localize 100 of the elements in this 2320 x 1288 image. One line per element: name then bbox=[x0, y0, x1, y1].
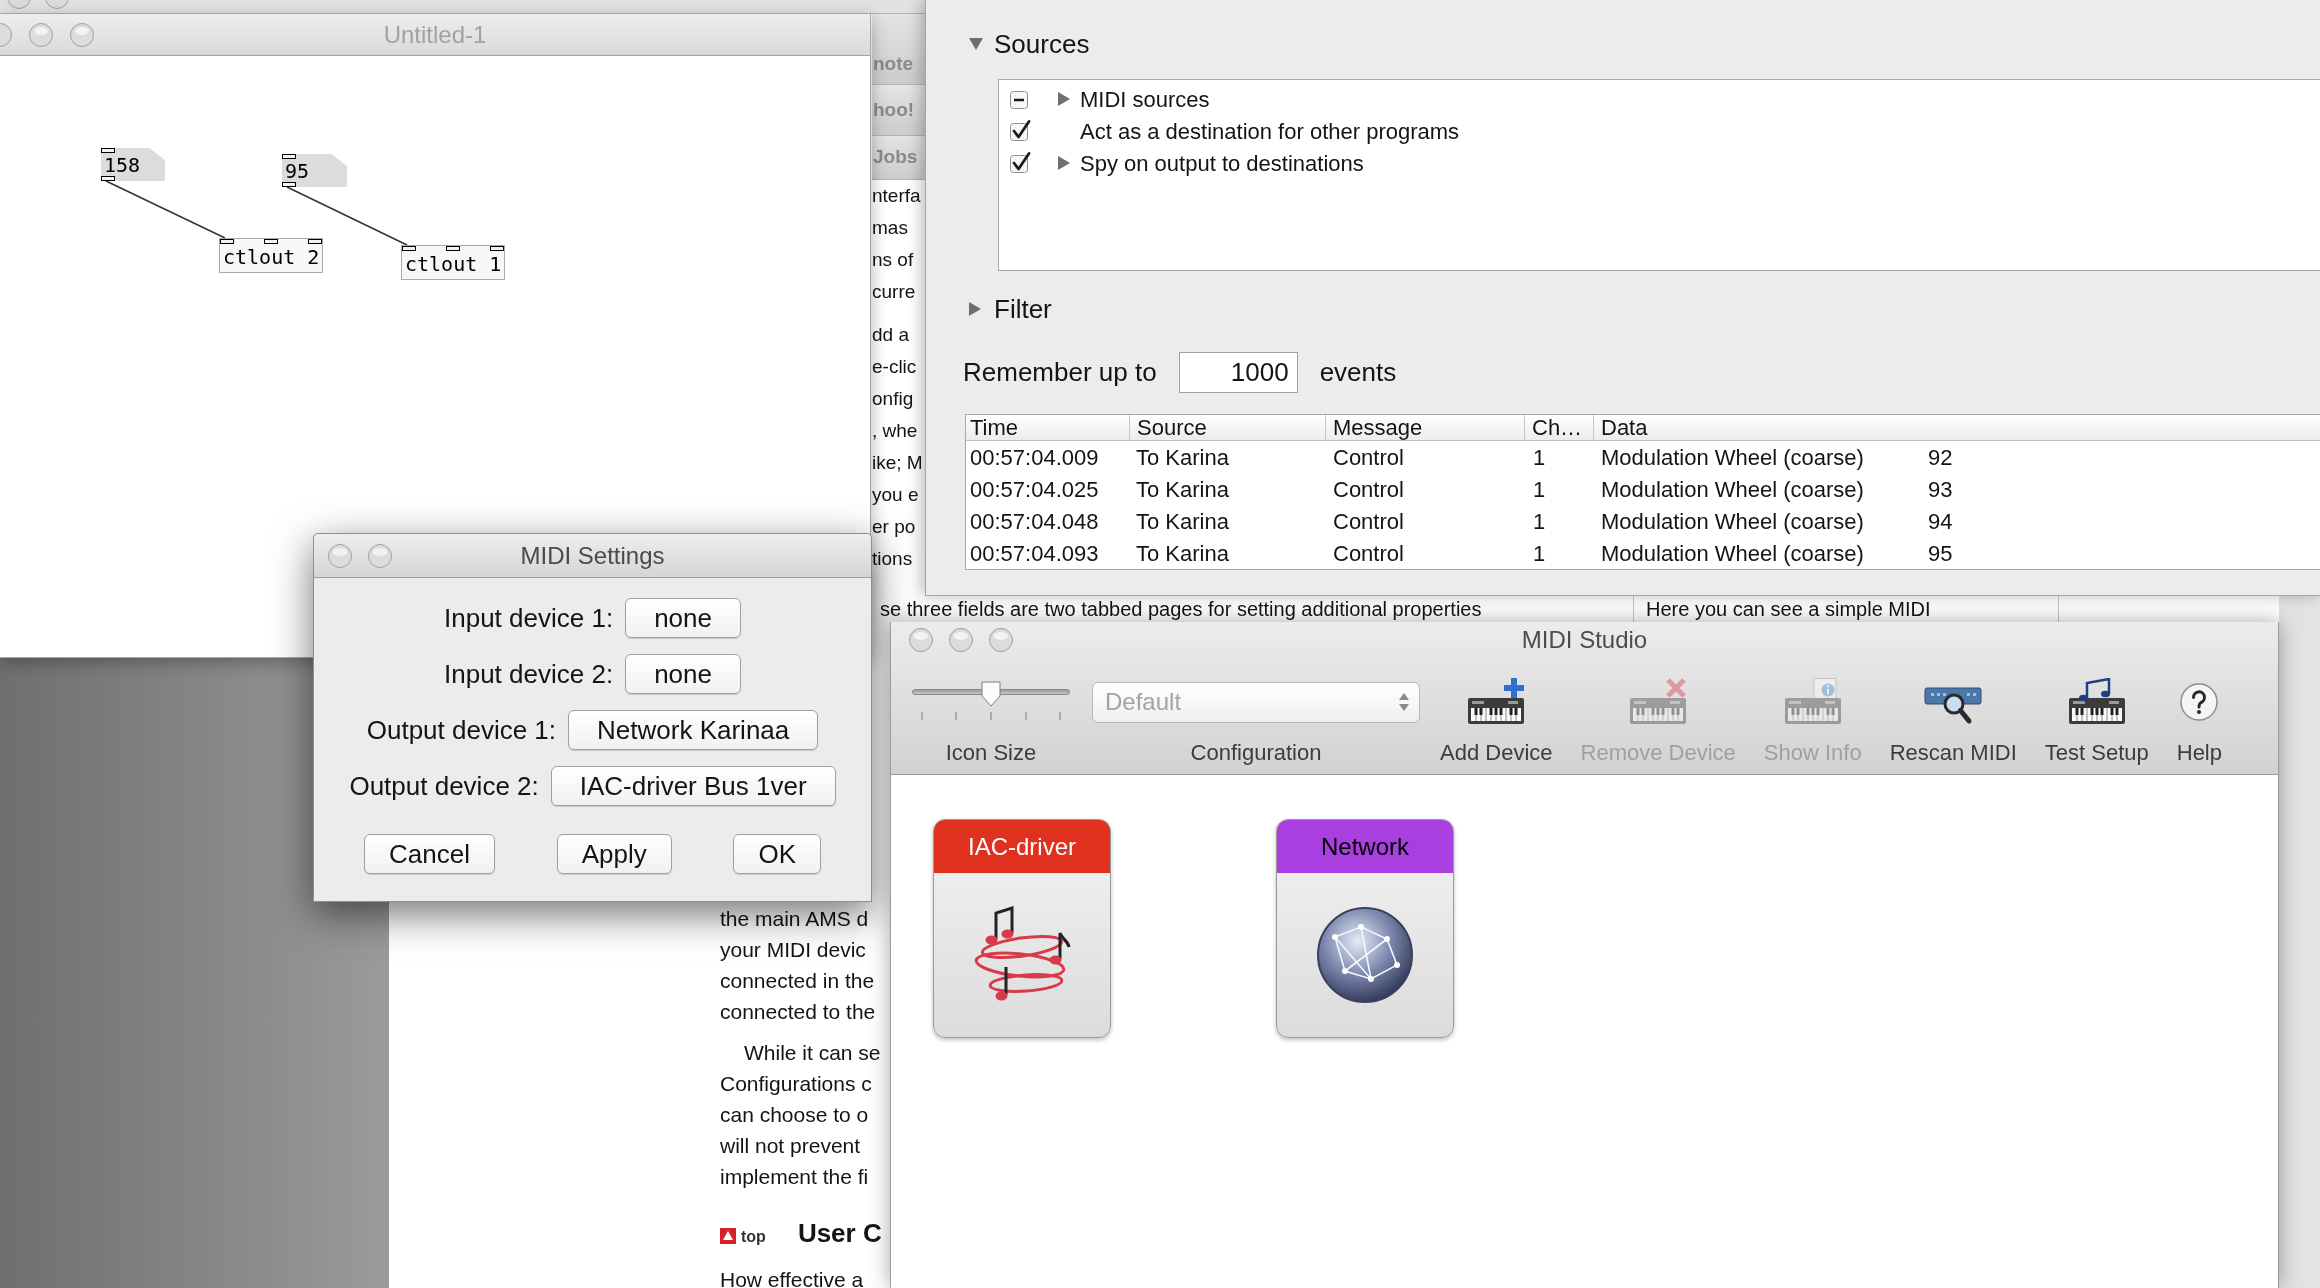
window-title: Untitled-1 bbox=[383, 19, 487, 50]
checkbox[interactable] bbox=[1010, 88, 1031, 110]
disclosure-triangle-icon[interactable] bbox=[1058, 92, 1070, 106]
rescan-button[interactable]: Rescan MIDI bbox=[1886, 674, 2020, 766]
field-label: Output device 1: bbox=[366, 713, 557, 747]
slider-thumb[interactable] bbox=[981, 681, 1001, 707]
help-icon bbox=[2180, 683, 2219, 721]
device-popup-button[interactable]: none bbox=[625, 598, 741, 638]
keyboard-info-icon bbox=[1782, 678, 1843, 726]
device-popup-button[interactable]: IAC-driver Bus 1ver bbox=[550, 766, 836, 806]
field-label: Remember up to bbox=[963, 356, 1157, 389]
column-header[interactable]: Source bbox=[1129, 415, 1325, 441]
device-name: IAC-driver bbox=[934, 820, 1110, 873]
table-cell-text: 1 bbox=[1532, 476, 1547, 504]
table-cell-text: 00:57:04.093 bbox=[969, 540, 1100, 568]
table-cell-text: Modulation Wheel (coarse) bbox=[1600, 476, 1865, 504]
table-cell-text: Modulation Wheel (coarse) bbox=[1600, 508, 1865, 536]
add-device-button[interactable]: Add Device bbox=[1437, 674, 1556, 766]
object-box[interactable]: ctlout 1 bbox=[401, 245, 505, 280]
table-cell-text: 95 bbox=[1928, 540, 1954, 568]
dialog-button[interactable]: Apply bbox=[556, 834, 672, 874]
section-header[interactable]: Sources bbox=[994, 30, 1090, 58]
outlet-icon[interactable] bbox=[282, 182, 296, 187]
disclosure-triangle-icon[interactable] bbox=[969, 38, 983, 50]
table-cell-text: Control bbox=[1332, 444, 1405, 472]
number-box[interactable]: 158 bbox=[101, 148, 165, 181]
field-label: Input device 1: bbox=[444, 601, 614, 635]
table-cell-text: 93 bbox=[1928, 476, 1954, 504]
keyboard-plus-icon bbox=[1466, 678, 1527, 726]
object-box[interactable]: ctlout 2 bbox=[219, 238, 323, 273]
inlet-icon[interactable] bbox=[264, 239, 278, 244]
device-card[interactable]: Network bbox=[1276, 819, 1454, 1038]
column-header[interactable]: Ch… bbox=[1524, 415, 1593, 441]
text-fragment: Here you can see a simple MIDI bbox=[1645, 597, 1932, 622]
disclosure-triangle-icon[interactable] bbox=[969, 302, 981, 316]
keyboard-notes-icon bbox=[2066, 678, 2127, 726]
test-setup-button[interactable]: Test Setup bbox=[2041, 674, 2152, 766]
device-name: Network bbox=[1277, 820, 1453, 873]
paragraph-text: the main AMS d your MIDI devic connected in the connected to the bbox=[720, 906, 877, 1025]
toolbar-label: Icon Size bbox=[945, 740, 1037, 766]
table-cell-text: Modulation Wheel (coarse) bbox=[1600, 540, 1865, 568]
paragraph-text: dd a e-clic onfig , whe ike; M you e er po tions bbox=[872, 323, 924, 571]
checkbox[interactable] bbox=[1010, 152, 1031, 174]
help-button[interactable]: Help bbox=[2173, 674, 2225, 766]
column-header[interactable]: Message bbox=[1325, 415, 1524, 441]
table-cell-text: 00:57:04.009 bbox=[969, 444, 1100, 472]
paragraph-text: How effective a bbox=[720, 1267, 865, 1288]
table-cell-text: 92 bbox=[1928, 444, 1954, 472]
device-popup-button[interactable]: Network Karinaa bbox=[568, 710, 819, 750]
inlet-icon[interactable] bbox=[220, 239, 234, 244]
window-title: MIDI Studio bbox=[1521, 625, 1648, 655]
keyboard-x-icon bbox=[1628, 678, 1689, 726]
inlet-icon[interactable] bbox=[446, 246, 460, 251]
table-cell-text: 00:57:04.025 bbox=[969, 476, 1100, 504]
dialog-button[interactable]: OK bbox=[733, 834, 821, 874]
globe-icon bbox=[1317, 907, 1413, 1003]
table-cell-text: To Karina bbox=[1135, 476, 1230, 504]
column-header[interactable]: Data bbox=[1593, 415, 2320, 441]
updown-arrows-icon bbox=[1399, 693, 1409, 711]
text-fragment: se three fields are two tabbed pages for setting additional properties bbox=[880, 597, 1483, 622]
table-cell-text: To Karina bbox=[1135, 540, 1230, 568]
source-label: MIDI sources bbox=[1080, 85, 1210, 114]
field-label: Input device 2: bbox=[444, 657, 614, 691]
inlet-icon[interactable] bbox=[308, 239, 322, 244]
inlet-icon[interactable] bbox=[101, 148, 115, 153]
inlet-icon[interactable] bbox=[402, 246, 416, 251]
table-cell-text: To Karina bbox=[1135, 508, 1230, 536]
toolbar-label: Configuration bbox=[1190, 740, 1322, 766]
section-heading: User C bbox=[797, 1217, 882, 1250]
section-header[interactable]: Filter bbox=[994, 295, 1052, 323]
events-input[interactable]: 1000 bbox=[1178, 352, 1298, 393]
table-cell-text: Control bbox=[1332, 476, 1405, 504]
device-popup-button[interactable]: none bbox=[625, 654, 741, 694]
table-cell-text: 1 bbox=[1532, 508, 1547, 536]
device-card[interactable]: IAC-driver bbox=[933, 819, 1111, 1038]
table-cell-text: 00:57:04.048 bbox=[969, 508, 1100, 536]
inlet-icon[interactable] bbox=[490, 246, 504, 251]
dialog-button[interactable]: Cancel bbox=[364, 834, 495, 874]
top-link[interactable]: top bbox=[741, 1227, 766, 1247]
checkbox[interactable] bbox=[1010, 120, 1031, 142]
slider-track[interactable] bbox=[912, 681, 1070, 707]
table-cell-text: Modulation Wheel (coarse) bbox=[1600, 444, 1865, 472]
field-label: events bbox=[1319, 356, 1397, 389]
inlet-icon[interactable] bbox=[282, 154, 296, 159]
table-cell-text: 1 bbox=[1532, 540, 1547, 568]
paragraph-text: nterfa mas ns of curre bbox=[872, 184, 922, 304]
field-label: Output device 2: bbox=[349, 769, 539, 803]
outlet-icon[interactable] bbox=[101, 176, 115, 181]
column-header[interactable]: Time bbox=[966, 415, 1129, 441]
table-cell-text: Control bbox=[1332, 540, 1405, 568]
window-title: MIDI Settings bbox=[520, 540, 665, 571]
disclosure-triangle-icon[interactable] bbox=[1058, 156, 1070, 170]
table-cell-text: Control bbox=[1332, 508, 1405, 536]
source-label: Spy on output to destinations bbox=[1080, 149, 1364, 178]
table-cell-text: 94 bbox=[1928, 508, 1954, 536]
table-cell-text: 1 bbox=[1532, 444, 1547, 472]
table-cell-text: To Karina bbox=[1135, 444, 1230, 472]
paragraph-text: While it can se Configurations c can choose to o will not prevent implement the fi bbox=[720, 1040, 882, 1190]
source-label: Act as a destination for other programs bbox=[1080, 117, 1460, 146]
number-box[interactable]: 95 bbox=[282, 154, 347, 187]
